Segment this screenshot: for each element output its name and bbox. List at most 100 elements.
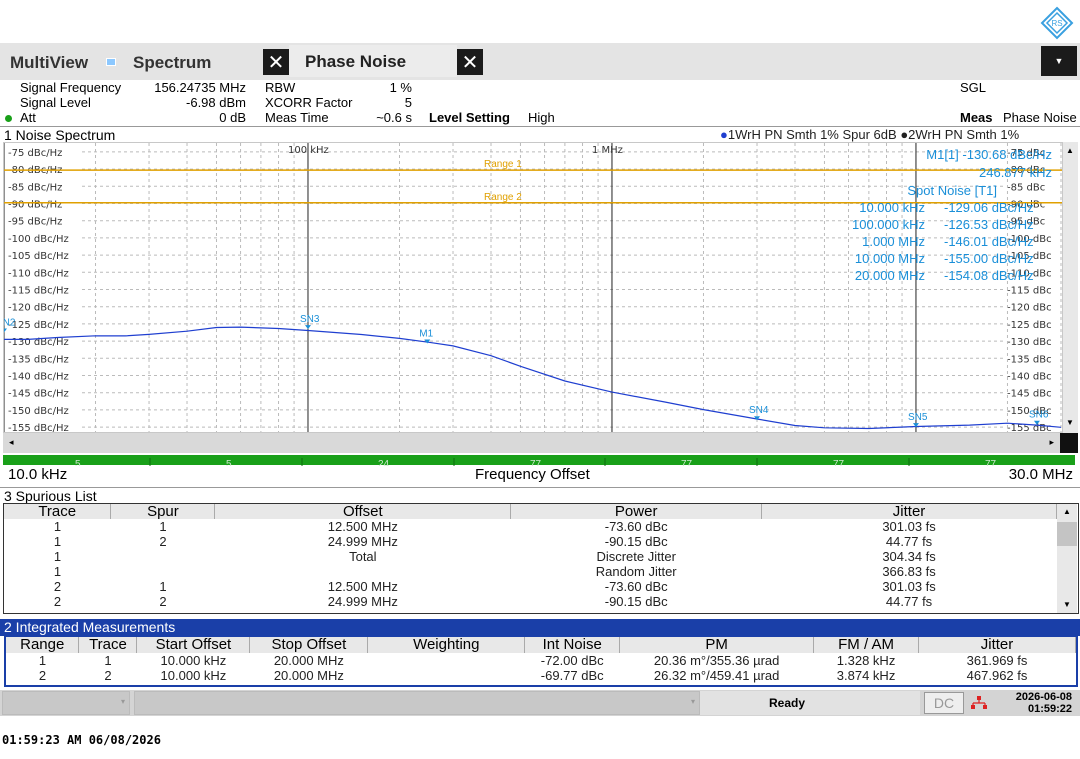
table-row[interactable]: 2 2 10.000 kHz 20.000 MHz -69.77 dBc 26.32 m°… [6,668,1076,683]
rbw-label: RBW [265,80,296,95]
integrated-cell: 361.969 fs [966,653,1028,668]
table-row[interactable]: 1 1 12.500 MHz -73.60 dBc 301.03 fs [4,519,1057,534]
tab-multiview[interactable]: MultiView [10,53,88,73]
plot-horizontal-scrollbar[interactable]: ◂ ▸ [3,433,1078,453]
spot-noise-frequency: 10.000 MHz [855,251,925,266]
spurious-col-header[interactable]: Power [510,504,763,519]
spurious-cell: 301.03 fs [882,579,936,594]
spurious-cell [111,549,215,564]
integrated-col-header[interactable]: Trace [78,637,138,653]
y-tick-label-right: -145 dBc [1007,389,1052,400]
table-row[interactable]: 1 Total Discrete Jitter 304.34 fs [4,549,1057,564]
integrated-cell: 2 [38,668,47,683]
sgl-indicator: SGL [960,80,987,95]
spurious-cell: 1 [53,519,62,534]
meas-time-value: ~0.6 s [376,110,412,125]
footer-timestamp: 01:59:23 AM 06/08/2026 [2,733,161,747]
spot-noise-frequency: 100.000 kHz [852,217,925,232]
plot-vertical-scrollbar[interactable]: ▲ ▼ [1062,142,1078,433]
spurious-cell: Random Jitter [595,564,677,579]
spurious-cell: 366.83 fs [882,564,936,579]
table-row[interactable]: 2 1 12.500 MHz -73.60 dBc 301.03 fs [4,579,1057,594]
spurious-cell: 301.03 fs [882,519,936,534]
signal-frequency-label: Signal Frequency [20,80,122,95]
segment-count-bar: 5 5 24 77 77 77 77 [3,455,1075,470]
ready-field [700,691,920,715]
integrated-col-header[interactable]: Stop Offset [249,637,369,653]
integrated-col-header[interactable]: PM [619,637,815,653]
scroll-up-icon[interactable]: ▲ [1066,146,1074,155]
spurious-scroll-thumb[interactable] [1057,522,1077,546]
dropdown-arrow-icon[interactable]: ▼ [1041,46,1077,76]
rohde-schwarz-logo: RS [1040,6,1074,40]
noise-spectrum-plot[interactable]: -75 dBc/Hz -75 dBc -80 dBc/Hz -80 dBc -85 dB… [3,142,1063,433]
integrated-cell [368,668,525,683]
trace1-dot-icon: ● [720,127,728,142]
spurious-cell: 44.77 fs [885,594,933,609]
spot-noise-value: -126.53 dBc/Hz [944,217,1034,232]
spot-noise-frequency: 10.000 kHz [859,200,925,215]
marker-label: SN3 [300,314,320,325]
table-row[interactable]: 1 2 24.999 MHz -90.15 dBc 44.77 fs [4,534,1057,549]
status-field-message[interactable]: ▾ [134,691,700,715]
spot-noise-value: -129.06 dBc/Hz [944,200,1034,215]
spurious-scroll-down-icon[interactable]: ▼ [1063,600,1071,609]
y-tick-label: -85 dBc/Hz [8,182,62,193]
x-tick-label: 1 MHz [592,145,623,156]
xcorr-value: 5 [404,95,412,110]
spurious-scroll-up-icon[interactable]: ▲ [1063,507,1071,516]
spurious-col-header[interactable]: Spur [110,504,216,519]
scroll-right-icon[interactable]: ▸ [1049,437,1054,448]
y-tick-label: -155 dBc/Hz [8,423,69,433]
spurious-col-header[interactable]: Trace [4,504,112,519]
integrated-col-header[interactable]: Range [6,637,80,653]
integrated-cell: 20.36 m°/355.36 µrad [653,653,780,668]
close-phase-noise-tab-icon[interactable]: ✕ [457,49,483,75]
spurious-cell: 2 [159,594,167,609]
table-row[interactable]: 1 1 10.000 kHz 20.000 MHz -72.00 dBc 20.36 m°… [6,653,1076,668]
y-tick-label: -105 dBc/Hz [8,251,69,262]
integrated-col-header[interactable]: FM / AM [813,637,920,653]
spurious-cell [215,564,511,579]
spurious-vertical-scrollbar[interactable]: ▲ ▼ [1057,504,1077,613]
level-setting-value: High [528,110,555,125]
table-row[interactable]: 1 Random Jitter 366.83 fs [4,564,1057,579]
trace2-dot-icon: ● [900,127,909,142]
tab-spectrum[interactable]: Spectrum [133,53,211,73]
integrated-col-header[interactable]: Int Noise [524,637,621,653]
status-field-left[interactable]: ▾ [2,691,130,715]
spurious-list-title: 3 Spurious List [4,488,97,504]
meas-time-label: Meas Time [265,110,329,125]
spurious-cell: 1 [159,579,167,594]
integrated-col-header[interactable]: Weighting [367,637,526,653]
spurious-col-header[interactable]: Jitter [761,504,1057,519]
marker-label: SN5 [908,412,928,423]
spurious-col-header[interactable]: Offset [214,504,512,519]
scroll-left-icon[interactable]: ◂ [9,437,14,448]
integrated-cell: 20.000 MHz [273,653,344,668]
spurious-cell: 12.500 MHz [327,519,398,534]
x-tick-label: 100 kHz [288,145,329,156]
scroll-down-icon[interactable]: ▼ [1066,418,1074,427]
integrated-col-header[interactable]: Jitter [918,637,1076,653]
spurious-cell: 24.999 MHz [327,594,398,609]
integrated-cell: 3.874 kHz [836,668,896,683]
y-tick-label: -95 dBc/Hz [8,217,62,228]
y-tick-label: -115 dBc/Hz [8,286,69,297]
att-value: 0 dB [219,110,246,125]
spurious-cell: -90.15 dBc [604,534,668,549]
y-tick-label: -90 dBc/Hz [8,199,62,210]
att-label: Att [20,110,36,125]
status-date: 2026-06-08 [1015,691,1072,703]
noise-spectrum-title: 1 Noise Spectrum [4,127,116,143]
trace-legend: ●1WrH PN Smth 1% Spur 6dB ●2WrH PN Smth … [720,128,1019,142]
table-row[interactable]: 2 2 24.999 MHz -90.15 dBc 44.77 fs [4,594,1057,609]
y-tick-label: -125 dBc/Hz [8,320,69,331]
integrated-header: Range Trace Start Offset Stop Offset Weighti… [6,637,1076,653]
close-spectrum-tab-icon[interactable]: ✕ [263,49,289,75]
integrated-col-header[interactable]: Start Offset [136,637,251,653]
att-status-dot-icon [5,115,12,122]
integrated-cell: 1.328 kHz [836,653,896,668]
network-icon [971,696,987,709]
spurious-cell: 1 [53,564,62,579]
